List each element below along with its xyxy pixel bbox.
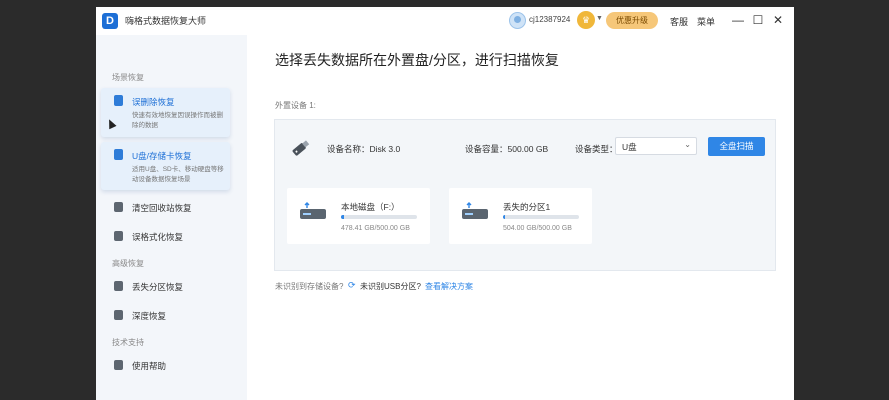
device-type-select[interactable]: U盘 ⌄ (615, 137, 697, 155)
partition-size: 504.00 GB/500.00 GB (503, 225, 572, 232)
sidebar-item-deleted-recovery[interactable]: 误删除恢复 快速有效地恢复因误操作而被删除的数据 (101, 88, 230, 137)
sidebar: 场景恢复 误删除恢复 快速有效地恢复因误操作而被删除的数据 U盘/存储卡恢复 适… (96, 35, 247, 400)
avatar[interactable] (509, 12, 526, 29)
vip-crown-icon[interactable]: ♛ (577, 11, 595, 29)
sidebar-item-label: U盘/存储卡恢复 (132, 151, 192, 161)
partition-usage-bar (503, 215, 579, 219)
deep-scan-icon (114, 310, 123, 320)
format-disk-icon (114, 231, 123, 241)
sidebar-item-desc: 快速有效地恢复因误操作而被删除的数据 (132, 112, 223, 129)
sidebar-section-scene: 场景恢复 (112, 73, 144, 82)
usb-drive-icon (462, 202, 488, 219)
user-name[interactable]: cj12387924 (529, 15, 570, 24)
sidebar-item-label: 使用帮助 (132, 361, 167, 371)
device-type-value: U盘 (622, 142, 637, 152)
service-link[interactable]: 客服 (670, 15, 688, 28)
usb-drive-icon (114, 149, 123, 160)
file-restore-icon (114, 95, 123, 106)
maximize-button[interactable]: ☐ (751, 12, 765, 28)
sidebar-item-desc: 适用U盘、SD卡、移动硬盘等移动设备数据恢复场景 (132, 166, 224, 183)
chevron-down-icon[interactable]: ▼ (596, 15, 603, 22)
sidebar-item-label: 深度恢复 (132, 311, 167, 321)
sidebar-section-advanced: 高级恢复 (112, 259, 144, 268)
partition-size: 478.41 GB/500.00 GB (341, 225, 410, 232)
partition-card[interactable]: 丢失的分区1 504.00 GB/500.00 GB (449, 188, 592, 244)
app-logo-icon: D (102, 13, 118, 29)
sidebar-item-label: 误删除恢复 (132, 97, 175, 107)
sidebar-item-label: 误格式化恢复 (132, 232, 184, 242)
usb-drive-icon (300, 202, 326, 219)
app-title: 嗨格式数据恢复大师 (125, 16, 207, 26)
sidebar-item-label: 丢失分区恢复 (132, 282, 184, 292)
partition-name: 丢失的分区1 (503, 202, 551, 212)
minimize-button[interactable]: — (731, 12, 745, 28)
partition-icon (114, 281, 123, 291)
device-panel: 设备名称：Disk 3.0 设备容量：500.00 GB 设备类型： U盘 ⌄ … (274, 119, 776, 271)
device-section-label: 外置设备 1: (275, 101, 316, 110)
partition-usage-bar (341, 215, 417, 219)
usb-drive-icon (292, 140, 310, 156)
partition-name: 本地磁盘（F:） (341, 202, 400, 212)
menu-link[interactable]: 菜单 (697, 15, 715, 28)
chevron-down-icon: ⌄ (684, 140, 691, 149)
sidebar-item-label: 清空回收站恢复 (132, 203, 192, 213)
sidebar-section-support: 技术支持 (112, 338, 144, 347)
view-solution-link[interactable]: 查看解决方案 (425, 281, 473, 292)
title-bar: D 嗨格式数据恢复大师 cj12387924 ♛ ▼ 优惠升级 客服 菜单 — … (96, 7, 794, 35)
upgrade-button[interactable]: 优惠升级 (606, 12, 658, 29)
sidebar-item-usb-recovery[interactable]: U盘/存储卡恢复 适用U盘、SD卡、移动硬盘等移动设备数据恢复场景 (101, 142, 230, 190)
device-type-label: 设备类型： (575, 144, 618, 154)
refresh-icon[interactable]: ⟳ (348, 280, 356, 291)
app-window: D 嗨格式数据恢复大师 cj12387924 ♛ ▼ 优惠升级 客服 菜单 — … (96, 7, 794, 400)
close-button[interactable]: ✕ (771, 12, 785, 28)
device-name: 设备名称：Disk 3.0 (327, 144, 401, 154)
unrecognized-usb-text: 未识别USB分区? (360, 282, 421, 291)
partition-card[interactable]: 本地磁盘（F:） 478.41 GB/500.00 GB (287, 188, 430, 244)
full-scan-button[interactable]: 全盘扫描 (708, 137, 765, 156)
recycle-bin-icon (114, 202, 123, 212)
help-book-icon (114, 360, 123, 370)
device-capacity: 设备容量：500.00 GB (465, 144, 549, 154)
page-title: 选择丢失数据所在外置盘/分区，进行扫描恢复 (275, 52, 559, 68)
unrecognized-device-text: 未识别到存储设备? (275, 282, 344, 291)
